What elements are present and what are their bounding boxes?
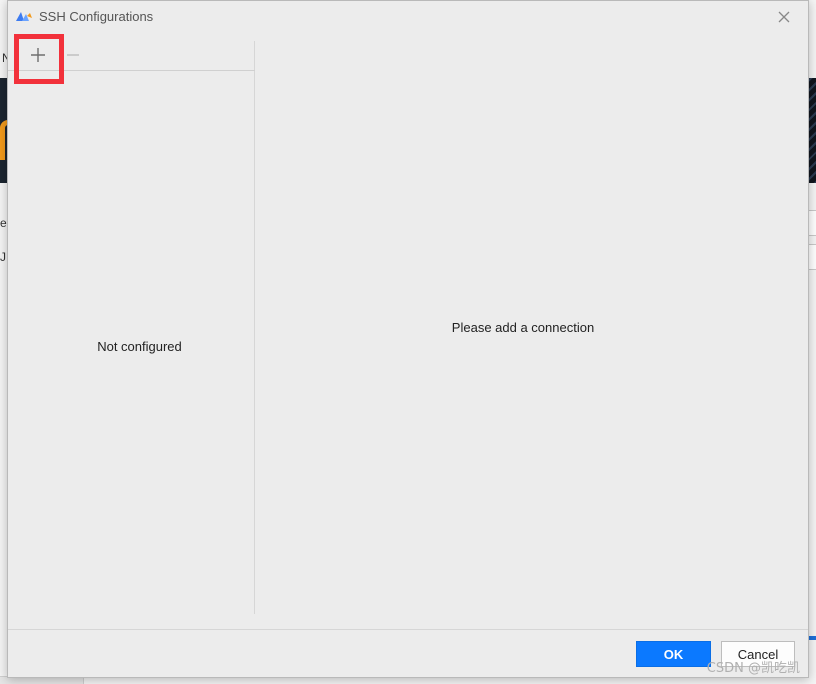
remove-connection-button[interactable] — [59, 41, 87, 69]
dialog-footer: OK Cancel — [8, 629, 808, 679]
close-icon — [778, 11, 790, 23]
watermark-text: CSDN @凯吃凯 — [706, 661, 800, 676]
background-input — [808, 210, 816, 236]
dialog-titlebar[interactable]: SSH Configurations — [8, 1, 808, 33]
connection-list-toolbar — [8, 34, 255, 84]
dialog-title: SSH Configurations — [39, 9, 154, 24]
ok-button[interactable]: OK — [636, 641, 711, 667]
close-button[interactable] — [774, 7, 794, 27]
app-logo-icon — [16, 12, 32, 21]
empty-list-message: Not configured — [97, 339, 182, 354]
ssh-configurations-dialog: SSH Configurations Not configured Please… — [7, 0, 809, 678]
add-connection-button[interactable] — [24, 41, 52, 69]
background-accent-strip — [808, 636, 816, 640]
connection-detail-panel: Please add a connection — [256, 41, 808, 614]
background-input — [808, 244, 816, 270]
plus-icon — [31, 48, 45, 62]
minus-icon — [67, 54, 79, 56]
empty-detail-message: Please add a connection — [451, 320, 595, 335]
connection-list-panel: Not configured — [8, 34, 255, 614]
background-text-fragment: J — [0, 250, 6, 264]
